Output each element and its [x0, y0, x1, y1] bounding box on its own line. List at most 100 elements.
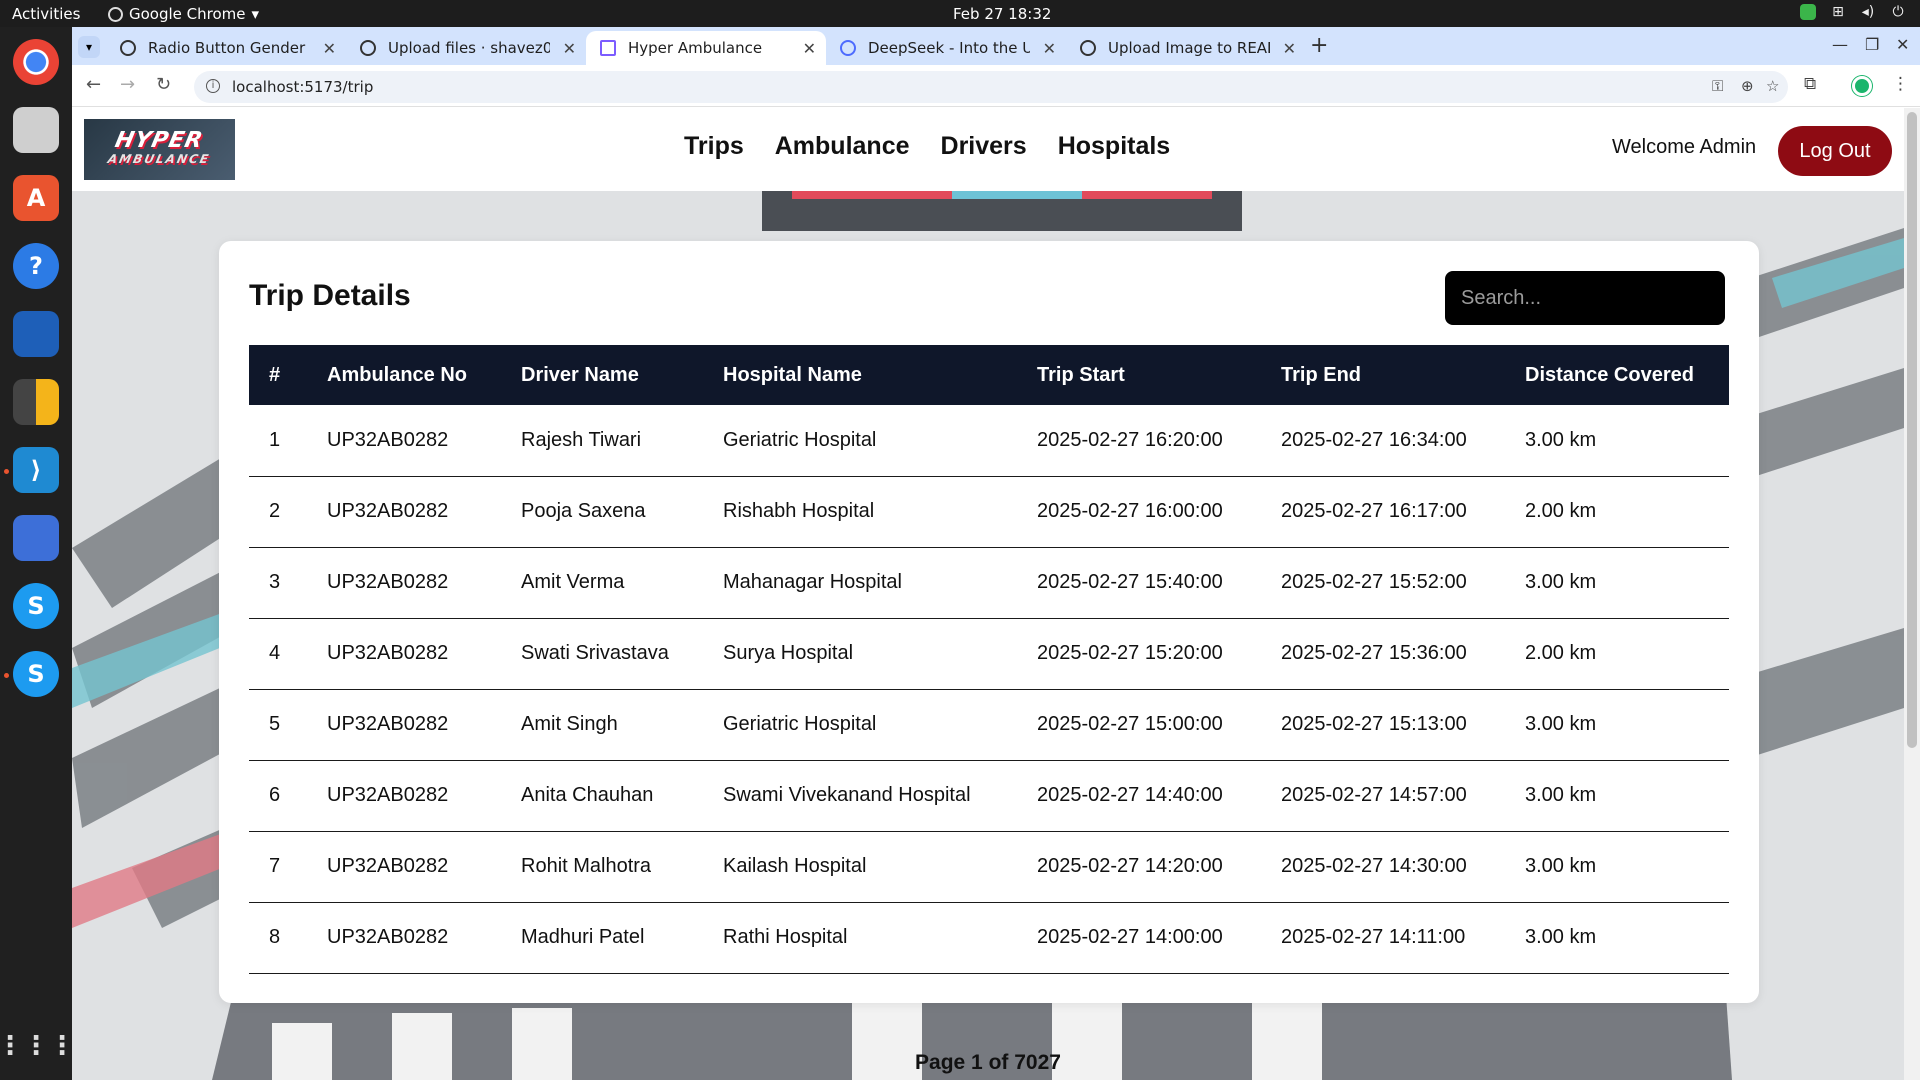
running-indicator [4, 469, 9, 474]
cell-hospital-name: Surya Hospital [723, 618, 1037, 690]
calc-icon[interactable] [13, 379, 59, 425]
cell-ambulance-no: UP32AB0282 [327, 618, 521, 690]
new-tab-icon[interactable]: + [1310, 33, 1328, 58]
cell-distance: 2.00 km [1525, 618, 1729, 690]
profile-avatar-icon[interactable] [1852, 76, 1872, 96]
chevron-down-icon: ▾ [251, 5, 260, 23]
close-icon[interactable]: ✕ [1043, 39, 1056, 58]
volume-icon: ◂) [1861, 4, 1875, 20]
table-row: 2 UP32AB0282 Pooja Saxena Rishabh Hospit… [249, 476, 1729, 548]
writer-icon[interactable] [13, 311, 59, 357]
cell-trip-end: 2025-02-27 14:11:00 [1281, 902, 1525, 974]
cell-driver-name: Swati Srivastava [521, 618, 723, 690]
password-key-icon[interactable]: ⚿ [1712, 77, 1723, 95]
site-info-icon[interactable]: i [206, 79, 220, 93]
vscode-icon[interactable]: ⟩ [13, 447, 59, 493]
main-nav: Trips Ambulance Drivers Hospitals [684, 132, 1170, 161]
minimize-icon[interactable]: — [1832, 35, 1848, 54]
back-icon[interactable]: ← [86, 74, 101, 95]
nav-hospitals[interactable]: Hospitals [1058, 132, 1171, 161]
close-window-icon[interactable]: ✕ [1896, 35, 1909, 54]
cell-ambulance-no: UP32AB0282 [327, 831, 521, 903]
screenshot-icon[interactable] [13, 515, 59, 561]
close-icon[interactable]: ✕ [323, 39, 336, 58]
cell-trip-end: 2025-02-27 15:36:00 [1281, 618, 1525, 690]
nav-drivers[interactable]: Drivers [941, 132, 1027, 161]
activities-button[interactable]: Activities [12, 5, 80, 23]
forward-icon[interactable]: → [120, 74, 135, 95]
trip-details-card: Trip Details # Ambulance No Driver Name … [219, 241, 1759, 1003]
nav-trips[interactable]: Trips [684, 132, 744, 161]
col-header-trip-end: Trip End [1281, 363, 1361, 386]
extensions-icon[interactable]: ⧉ [1804, 74, 1816, 94]
scrollbar-thumb[interactable] [1907, 112, 1917, 748]
cell-driver-name: Madhuri Patel [521, 902, 723, 974]
cell-driver-name: Rajesh Tiwari [521, 405, 723, 477]
search-input[interactable] [1445, 271, 1725, 325]
cell-trip-start: 2025-02-27 15:40:00 [1037, 547, 1281, 619]
skype-icon[interactable]: S [13, 651, 59, 697]
cell-hospital-name: Swami Vivekanand Hospital [723, 760, 1037, 832]
col-header-distance: Distance Covered [1525, 363, 1694, 386]
show-apps-icon[interactable]: ⋮⋮⋮ [0, 1023, 75, 1069]
help-icon[interactable]: ? [13, 243, 59, 289]
reload-icon[interactable]: ↻ [156, 74, 171, 95]
bookmark-star-icon[interactable]: ☆ [1766, 77, 1779, 95]
cell-index: 3 [249, 547, 327, 619]
site-navbar: HYPER AMBULANCE Trips Ambulance Drivers … [72, 108, 1904, 191]
tab-upload-files[interactable]: Upload files · shavez002 ✕ [346, 31, 586, 65]
page-scrollbar[interactable] [1904, 108, 1920, 1080]
close-icon[interactable]: ✕ [1283, 39, 1296, 58]
col-header-ambulance-no: Ambulance No [327, 363, 468, 386]
menu-kebab-icon[interactable]: ⋮ [1892, 74, 1909, 94]
cell-index: 8 [249, 902, 327, 974]
logo-text-ambulance: AMBULANCE [106, 151, 213, 166]
cell-trip-end: 2025-02-27 16:34:00 [1281, 405, 1525, 477]
browser-window: ▾ Radio Button Gender Fix ✕ Upload files… [72, 27, 1920, 1080]
cell-distance: 3.00 km [1525, 547, 1729, 619]
web-page: HYPER AMBULANCE Trips Ambulance Drivers … [72, 108, 1904, 1080]
url-text[interactable]: localhost:5173/trip [232, 78, 373, 96]
tab-deepseek[interactable]: DeepSeek - Into the Unk ✕ [826, 31, 1066, 65]
restore-icon[interactable]: ❐ [1865, 35, 1879, 54]
table-row: 7 UP32AB0282 Rohit Malhotra Kailash Hosp… [249, 831, 1729, 903]
zoom-icon[interactable]: ⊕ [1741, 77, 1754, 95]
cell-hospital-name: Geriatric Hospital [723, 405, 1037, 477]
table-row: 3 UP32AB0282 Amit Verma Mahanagar Hospit… [249, 547, 1729, 619]
tab-hyper-ambulance[interactable]: Hyper Ambulance ✕ [586, 31, 826, 65]
tab-upload-image[interactable]: Upload Image to READM ✕ [1066, 31, 1306, 65]
cell-index: 5 [249, 689, 327, 761]
app-center-icon[interactable]: A [13, 175, 59, 221]
cell-trip-end: 2025-02-27 16:17:00 [1281, 476, 1525, 548]
cell-distance: 3.00 km [1525, 902, 1729, 974]
address-bar[interactable]: i localhost:5173/trip ⚿ ⊕ ☆ [194, 71, 1788, 103]
cell-trip-start: 2025-02-27 14:20:00 [1037, 831, 1281, 903]
chrome-icon[interactable] [13, 39, 59, 85]
table-row: 1 UP32AB0282 Rajesh Tiwari Geriatric Hos… [249, 405, 1729, 477]
cell-trip-start: 2025-02-27 15:00:00 [1037, 689, 1281, 761]
logout-button[interactable]: Log Out [1778, 126, 1892, 176]
page-title: Trip Details [249, 279, 411, 312]
cell-ambulance-no: UP32AB0282 [327, 476, 521, 548]
welcome-text: Welcome Admin [1612, 136, 1757, 158]
nav-ambulance[interactable]: Ambulance [775, 132, 910, 161]
system-tray[interactable]: ⊞ ◂) ⏻ [1800, 4, 1906, 20]
skype-icon[interactable]: S [13, 583, 59, 629]
cell-ambulance-no: UP32AB0282 [327, 689, 521, 761]
close-icon[interactable]: ✕ [803, 39, 816, 58]
files-icon[interactable] [13, 107, 59, 153]
hyper-ambulance-logo[interactable]: HYPER AMBULANCE [84, 119, 235, 180]
cell-distance: 2.00 km [1525, 476, 1729, 548]
app-menu[interactable]: Google Chrome ▾ [108, 5, 259, 23]
clock[interactable]: Feb 27 18:32 [953, 5, 1051, 23]
cell-trip-start: 2025-02-27 14:40:00 [1037, 760, 1281, 832]
cell-trip-start: 2025-02-27 15:20:00 [1037, 618, 1281, 690]
cell-distance: 3.00 km [1525, 831, 1729, 903]
tab-radio-button[interactable]: Radio Button Gender Fix ✕ [106, 31, 346, 65]
cell-trip-end: 2025-02-27 15:13:00 [1281, 689, 1525, 761]
cell-index: 6 [249, 760, 327, 832]
tab-search-icon[interactable]: ▾ [78, 36, 100, 58]
close-icon[interactable]: ✕ [563, 39, 576, 58]
cell-trip-end: 2025-02-27 14:30:00 [1281, 831, 1525, 903]
browser-toolbar: ← → ↻ i localhost:5173/trip ⚿ ⊕ ☆ ⧉ ⋮ [72, 65, 1920, 107]
